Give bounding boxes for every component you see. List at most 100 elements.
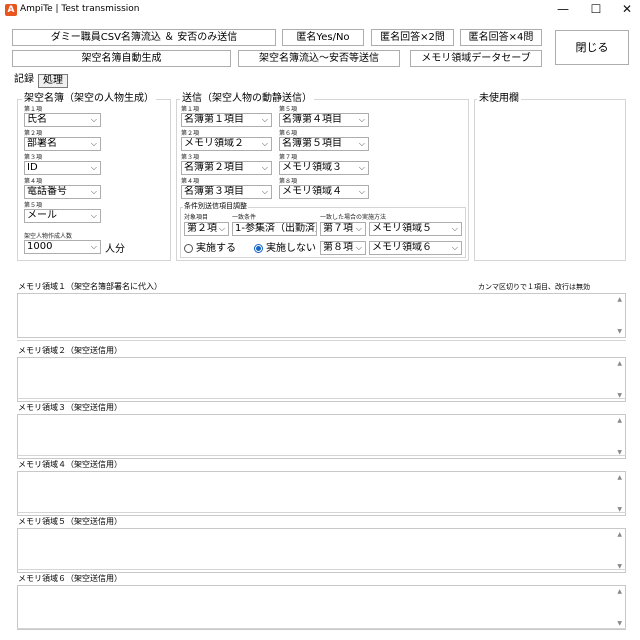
chevron-down-icon: ⌵: [358, 115, 365, 124]
chevron-down-icon: ⌵: [261, 139, 268, 148]
send-item-select[interactable]: メモリ領域２ ⌵: [181, 137, 272, 151]
target-item-select[interactable]: 第２項 ⌵: [184, 222, 229, 236]
send-item-select[interactable]: メモリ領域４ ⌵: [279, 185, 369, 199]
chevron-down-icon: ⌵: [90, 163, 97, 172]
match-condition-label: 一致条件: [232, 214, 257, 221]
chevron-down-icon: ⌵: [261, 115, 268, 124]
action-item-value: 第７項: [323, 223, 353, 234]
unused-group: [474, 99, 626, 261]
tab-records[interactable]: 記録: [14, 74, 34, 88]
send-item-value: メモリ領域２: [184, 138, 244, 149]
memory-area-5[interactable]: ▲ ▼: [17, 528, 626, 573]
scroll-up-icon[interactable]: ▲: [617, 474, 622, 481]
send-item-label: 第２項: [181, 130, 200, 137]
close-button[interactable]: 閉じる: [555, 30, 629, 65]
scroll-up-icon[interactable]: ▲: [617, 360, 622, 367]
divider: [17, 398, 626, 399]
match-condition-select[interactable]: 1-参集済（出勤済）: [232, 222, 317, 236]
roster-group-title: 架空名簿（架空の人物生成）: [22, 93, 156, 105]
title-bar: A AmpiTe | Test transmission — ☐ ✕: [0, 0, 640, 20]
anon-4q-button[interactable]: 匿名回答×4問: [460, 29, 542, 46]
chevron-down-icon: ⌵: [90, 115, 97, 124]
action-memory-select[interactable]: メモリ領域６ ⌵: [369, 241, 462, 255]
chevron-down-icon: ⌵: [451, 224, 458, 233]
send-item-label: 第６項: [279, 130, 298, 137]
target-item-value: 第２項: [187, 223, 217, 234]
send-item-select[interactable]: 名簿第５項目 ⌵: [279, 137, 369, 151]
radio-dont[interactable]: [254, 244, 263, 253]
tab-process[interactable]: 処理: [38, 74, 68, 88]
send-group-title: 送信（架空人物の動静送信）: [180, 93, 314, 105]
chevron-down-icon: ⌵: [90, 187, 97, 196]
send-item-value: 名簿第３項目: [184, 186, 244, 197]
roster-item-select[interactable]: 氏名 ⌵: [24, 113, 101, 127]
divider: [17, 628, 626, 629]
send-item-label: 第１項: [181, 106, 200, 113]
chevron-down-icon: ⌵: [358, 163, 365, 172]
memo-label: メモリ領域１（架空名簿部署名に代入）: [18, 282, 162, 291]
send-item-select[interactable]: メモリ領域３ ⌵: [279, 161, 369, 175]
action-item-value: 第８項: [323, 242, 353, 253]
chevron-down-icon: ⌵: [90, 211, 97, 220]
memory-area-6[interactable]: ▲ ▼: [17, 585, 626, 630]
person-count-label: 架空人物作成人数: [24, 233, 73, 240]
send-item-label: 第４項: [181, 178, 200, 185]
roster-item-label: 第５項: [24, 202, 43, 209]
close-window-button[interactable]: ✕: [612, 0, 640, 20]
send-item-value: メモリ領域３: [282, 162, 342, 173]
memory-area-1[interactable]: ▲ ▼: [17, 293, 626, 338]
maximize-button[interactable]: ☐: [581, 0, 611, 20]
chevron-down-icon: ⌵: [355, 224, 362, 233]
person-count-select[interactable]: 1000 ⌵: [24, 240, 101, 254]
action-item-select[interactable]: 第７項 ⌵: [320, 222, 366, 236]
scroll-down-icon[interactable]: ▼: [617, 620, 622, 627]
roster-item-label: 第４項: [24, 178, 43, 185]
scroll-down-icon[interactable]: ▼: [617, 328, 622, 335]
auto-generate-roster-button[interactable]: 架空名簿自動生成: [12, 50, 231, 67]
chevron-down-icon: ⌵: [261, 187, 268, 196]
scroll-up-icon[interactable]: ▲: [617, 296, 622, 303]
person-count-value: 1000: [27, 241, 53, 252]
divider: [17, 340, 626, 341]
minimize-button[interactable]: —: [548, 0, 578, 20]
memory-area-4[interactable]: ▲ ▼: [17, 471, 626, 516]
send-item-value: 名簿第４項目: [282, 114, 342, 125]
divider: [17, 512, 626, 513]
chevron-down-icon: ⌵: [451, 243, 458, 252]
target-item-label: 対象項目: [184, 214, 209, 221]
send-item-label: 第７項: [279, 154, 298, 161]
chevron-down-icon: ⌵: [358, 187, 365, 196]
scroll-up-icon[interactable]: ▲: [617, 588, 622, 595]
action-memory-value: メモリ領域６: [372, 242, 432, 253]
send-item-select[interactable]: 名簿第２項目 ⌵: [181, 161, 272, 175]
send-item-select[interactable]: 名簿第４項目 ⌵: [279, 113, 369, 127]
memory-save-button[interactable]: メモリ領域データセーブ: [410, 50, 542, 67]
dummy-csv-import-button[interactable]: ダミー職員CSV名簿流込 ＆ 安否のみ送信: [12, 29, 276, 46]
divider: [17, 569, 626, 570]
roster-item-select[interactable]: 電話番号 ⌵: [24, 185, 101, 199]
action-memory-value: メモリ領域５: [372, 223, 432, 234]
memory-area-3[interactable]: ▲ ▼: [17, 414, 626, 459]
roster-import-send-button[interactable]: 架空名簿流込～安否等送信: [238, 50, 400, 67]
roster-item-select[interactable]: メール ⌵: [24, 209, 101, 223]
memory-area-2[interactable]: ▲ ▼: [17, 357, 626, 402]
scroll-up-icon[interactable]: ▲: [617, 531, 622, 538]
memo-label: メモリ領域２（架空送信用）: [18, 346, 122, 355]
memo-label: メモリ領域４（架空送信用）: [18, 460, 122, 469]
scroll-up-icon[interactable]: ▲: [617, 417, 622, 424]
roster-item-select[interactable]: ID ⌵: [24, 161, 101, 175]
roster-item-value: 部署名: [27, 138, 57, 149]
roster-item-value: メール: [27, 210, 57, 221]
match-condition-value: 1-参集済（出勤済）: [235, 223, 317, 234]
radio-do[interactable]: [184, 244, 193, 253]
roster-item-label: 第３項: [24, 154, 43, 161]
action-item-select[interactable]: 第８項 ⌵: [320, 241, 366, 255]
send-item-select[interactable]: 名簿第１項目 ⌵: [181, 113, 272, 127]
action-label: 一致した場合の実施方法: [320, 214, 387, 221]
roster-item-select[interactable]: 部署名 ⌵: [24, 137, 101, 151]
send-item-select[interactable]: 名簿第３項目 ⌵: [181, 185, 272, 199]
anon-2q-button[interactable]: 匿名回答×2問: [371, 29, 454, 46]
roster-item-value: 氏名: [27, 114, 47, 125]
anon-yes-no-button[interactable]: 匿名Yes/No: [282, 29, 364, 46]
action-memory-select[interactable]: メモリ領域５ ⌵: [369, 222, 462, 236]
